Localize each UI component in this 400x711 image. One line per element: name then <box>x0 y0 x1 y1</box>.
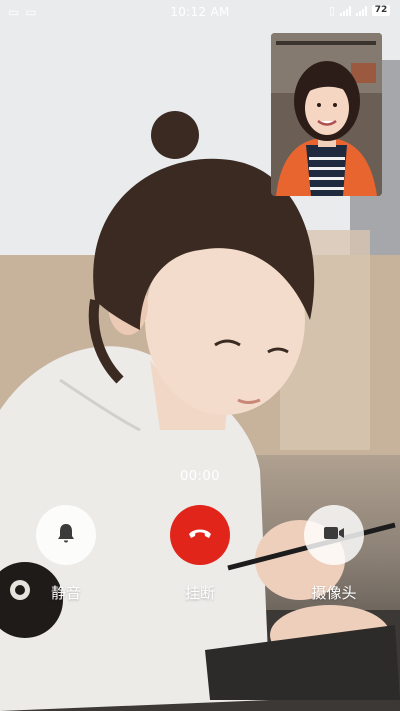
camera-control: 摄像头 <box>294 505 374 603</box>
mute-control: 静音 <box>26 505 106 603</box>
signal-icon <box>340 5 351 16</box>
camera-label: 摄像头 <box>311 584 357 602</box>
hangup-control: 挂断 <box>160 505 240 603</box>
vibrate-icon: ▯ <box>328 4 335 17</box>
battery-icon: 72 <box>372 5 390 16</box>
phone-hangup-icon <box>186 519 214 551</box>
mute-label: 静音 <box>50 584 81 602</box>
mute-button[interactable] <box>36 505 96 565</box>
hangup-button[interactable] <box>170 505 230 565</box>
video-camera-icon <box>321 520 347 550</box>
camera-button[interactable] <box>304 505 364 565</box>
hangup-label: 挂断 <box>184 584 215 602</box>
signal-icon <box>356 5 367 16</box>
local-video-preview[interactable] <box>271 33 382 196</box>
bell-icon <box>54 521 78 549</box>
status-bar: ▭ ▭ 10:12 AM ▯ 72 <box>0 0 400 24</box>
call-timer: 00:00 <box>180 469 220 484</box>
status-right: ▯ 72 <box>329 4 390 17</box>
